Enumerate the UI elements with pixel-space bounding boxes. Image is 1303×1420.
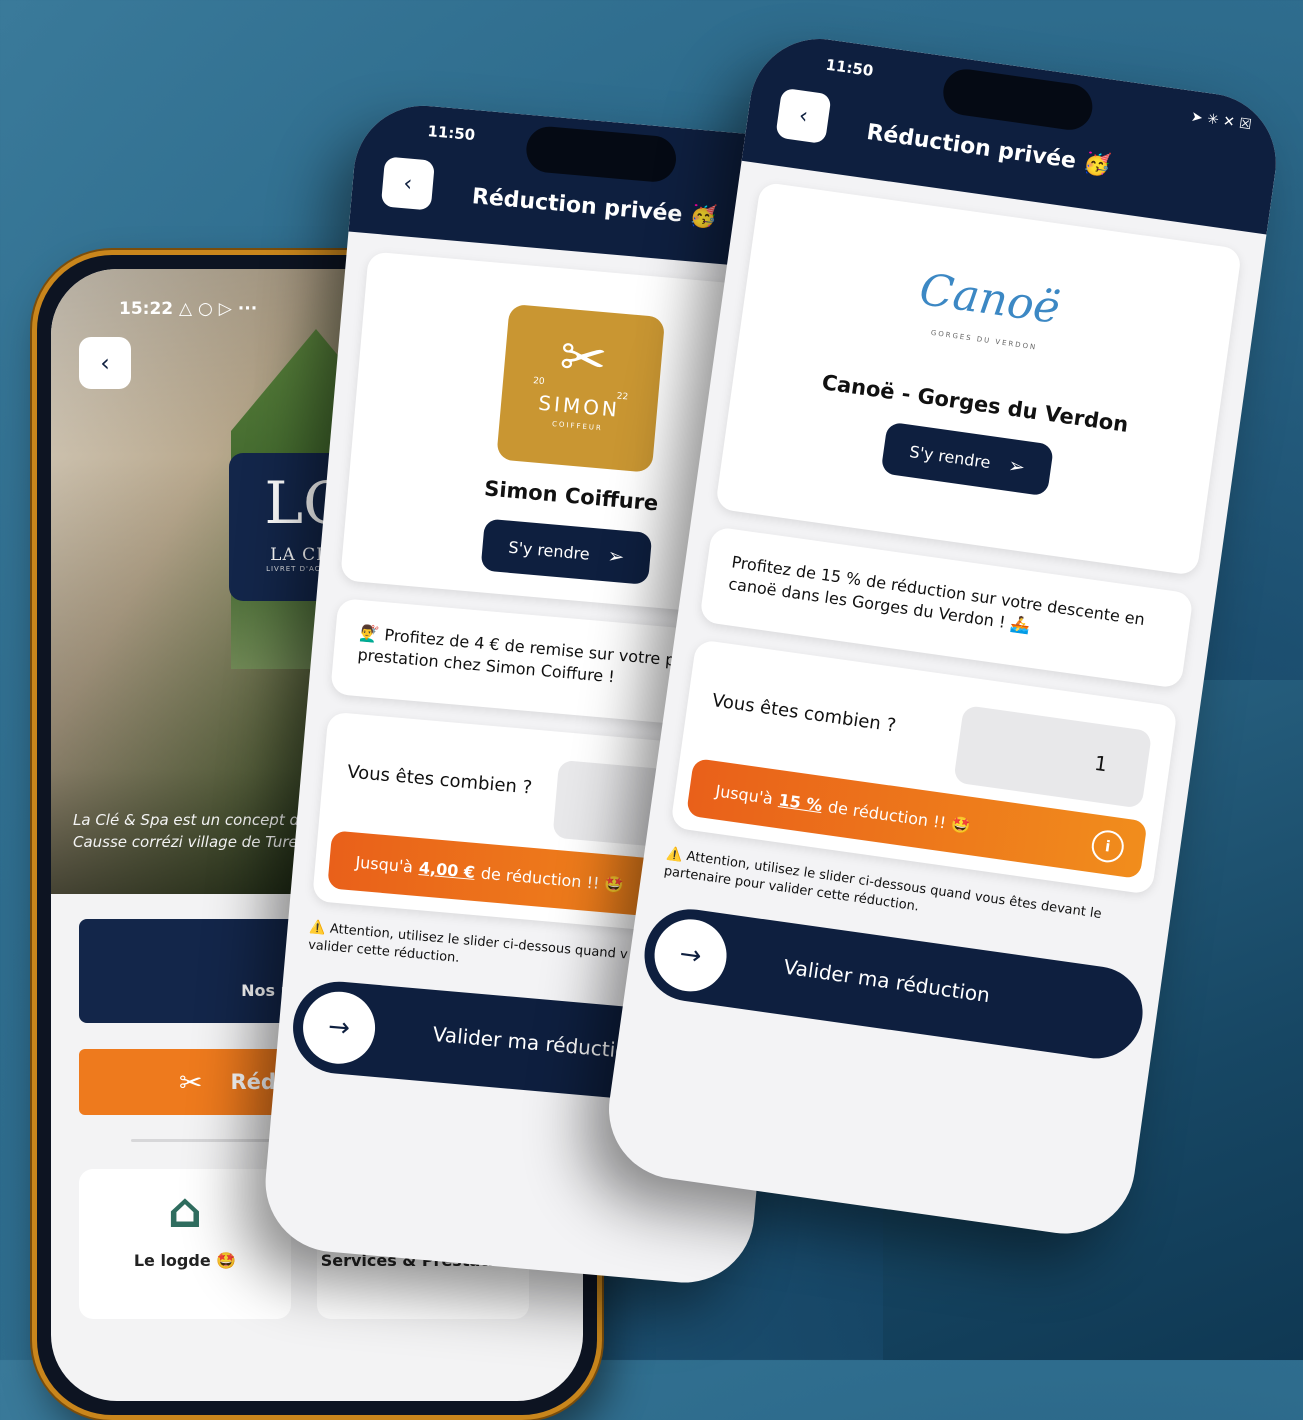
status-icons-left: △ ○ ▷ ··· [179,299,258,319]
logo-name: Canoë [916,264,1064,335]
slider-handle[interactable]: → [649,914,732,996]
discount-prefix: Jusqu'à [714,780,775,808]
dynamic-island [940,66,1096,133]
navigate-icon: ➢ [606,543,626,569]
go-there-button[interactable]: S'y rendre ➢ [880,421,1055,497]
status-time: 15:22 [119,299,174,319]
card-lodge[interactable]: ⌂ Le logde 🤩 [79,1169,291,1319]
go-there-button[interactable]: S'y rendre ➢ [480,518,653,585]
canoe-logo: Canoë GORGES DU VERDON [870,250,1103,390]
info-icon[interactable]: i [1089,828,1126,865]
quantity-input[interactable]: 1 [953,704,1153,809]
discount-suffix: de réduction !! 🤩 [826,796,972,836]
go-there-label: S'y rendre [507,537,591,564]
dynamic-island [524,124,678,184]
partner-card: Canoë GORGES DU VERDON Canoë - Gorges du… [714,181,1243,577]
discount-value: 4,00 € [418,857,476,882]
card-lodge-label: Le logde 🤩 [133,1251,237,1270]
logo-year-left: 20 [532,376,545,388]
status-time: 11:50 [426,122,476,145]
discount-value: 15 % [777,789,824,815]
back-icon: ‹ [797,102,810,129]
scissors-icon: ✂ [557,324,610,394]
status-icons: ➤ ✳ ✕ ☒ [1189,108,1253,134]
discount-prefix: Jusqu'à [354,852,414,877]
discount-suffix: de réduction !! 🤩 [480,863,626,895]
slider-label: Valider ma réduction [782,954,992,1008]
status-bar: 15:22 △ ○ ▷ ··· [119,299,257,319]
back-icon: ‹ [402,170,414,197]
back-icon: ‹ [100,349,110,377]
slider-label: Valider ma réduction [431,1021,642,1064]
arrow-right-icon: → [677,938,704,972]
logo-subtitle: GORGES DU VERDON [930,328,1038,352]
simon-logo: 20 22 ✂ SIMON COIFFEUR [496,303,666,473]
slider-handle[interactable]: → [300,988,379,1067]
status-time: 11:50 [824,55,875,81]
back-button[interactable]: ‹ [775,87,832,145]
quantity-label: Vous êtes combien ? [346,761,533,799]
back-button[interactable]: ‹ [79,337,131,389]
quantity-label: Vous êtes combien ? [710,689,898,737]
reduction-icon: ✂ [179,1065,203,1099]
go-there-label: S'y rendre [908,441,992,472]
back-button[interactable]: ‹ [380,156,435,211]
house-icon: ⌂ [167,1183,203,1239]
arrow-right-icon: → [326,1011,352,1044]
navigate-icon: ➢ [1006,452,1027,480]
page-title: Réduction privée 🥳 [470,184,719,231]
logo-year-right: 22 [616,391,629,403]
